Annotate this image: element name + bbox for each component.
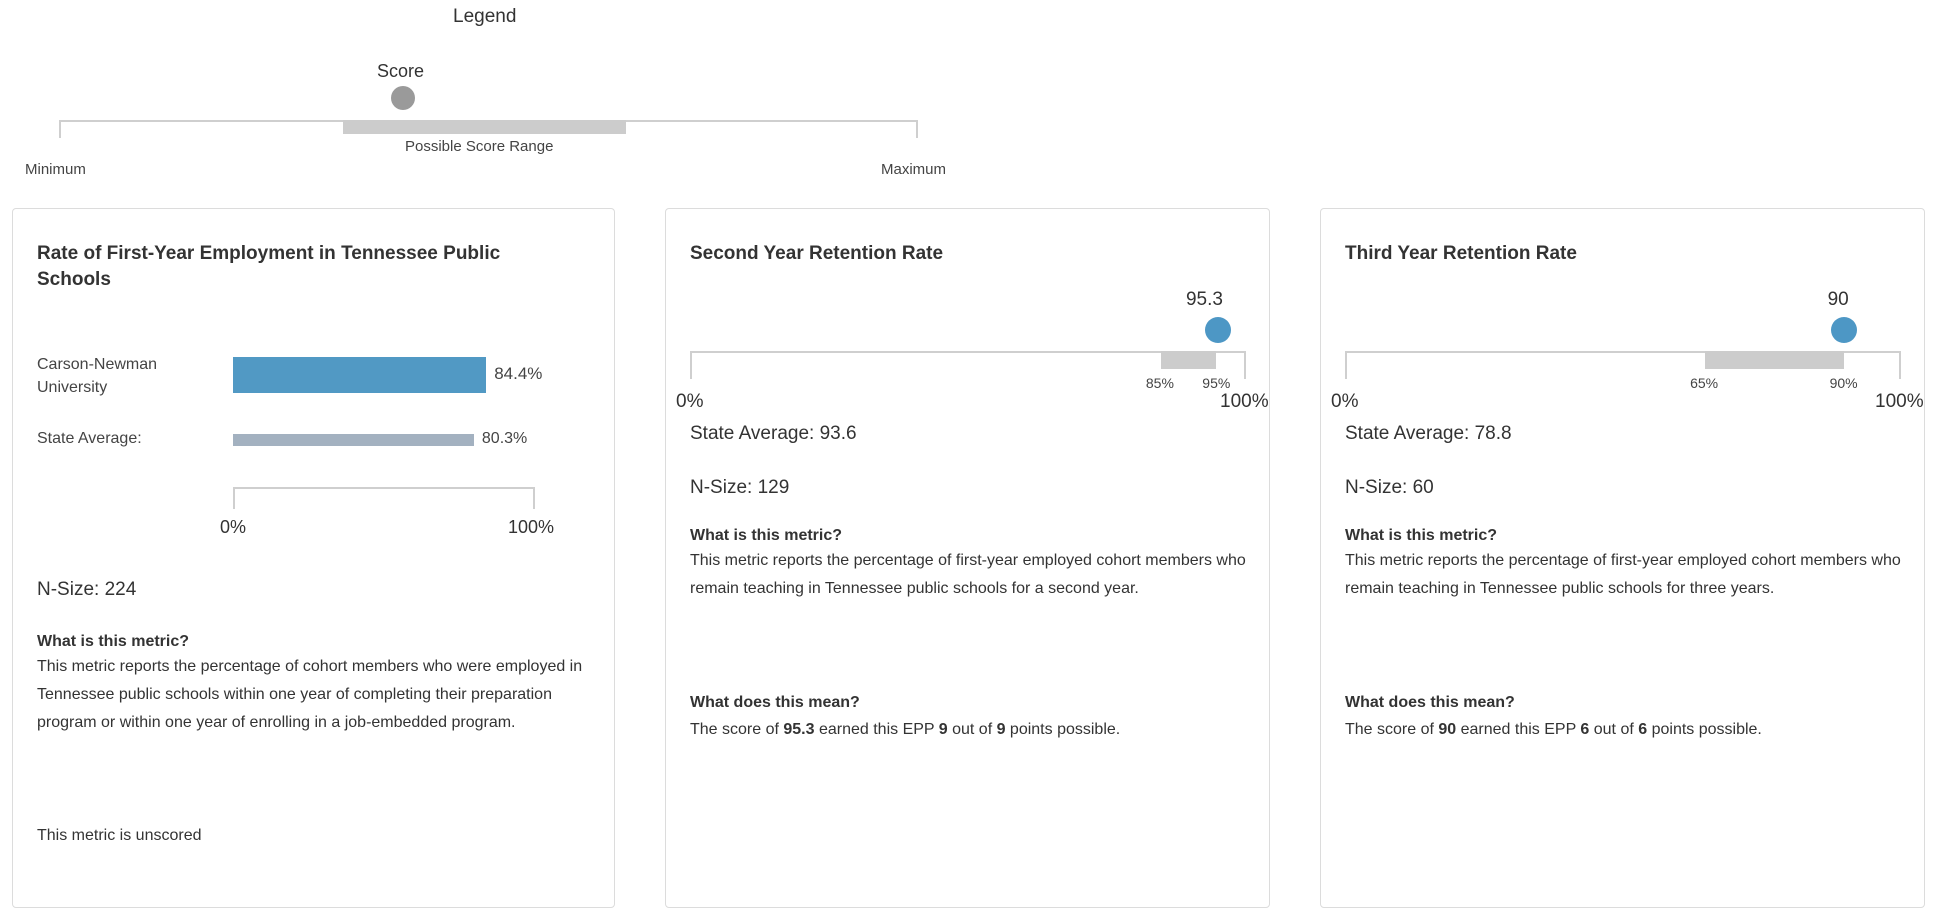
state-average: State Average: 93.6 — [690, 423, 857, 444]
metric-card-second-year-retention: Second Year Retention Rate 95.3 85% 95% … — [665, 208, 1270, 908]
what-does-this-mean-heading: What does this mean? — [1345, 694, 1515, 711]
unscored-note: This metric is unscored — [37, 827, 202, 844]
axis-min-label: 0% — [220, 517, 247, 537]
what-does-this-mean-text: The score of 90 earned this EPP 6 out of… — [1345, 721, 1762, 738]
legend-minimum-label: Minimum — [25, 161, 86, 178]
bar-university — [233, 357, 487, 393]
metric-card-first-year-employment: Rate of First-Year Employment in Tenness… — [12, 208, 615, 908]
range-high-label: 90% — [1829, 375, 1858, 391]
n-size: N-Size: 60 — [1345, 477, 1434, 498]
n-size: N-Size: 129 — [690, 477, 790, 498]
n-size: N-Size: 224 — [37, 579, 137, 600]
what-is-metric-heading: What is this metric? — [1345, 527, 1498, 544]
what-is-metric-text: This metric reports the percentage of co… — [37, 658, 583, 731]
score-dot — [1204, 317, 1231, 343]
card-title: Rate of First-Year Employment in Tenness… — [37, 243, 501, 290]
bar-label-university: Carson-Newman University — [37, 356, 158, 396]
legend-score-label: Score — [377, 61, 425, 81]
metric-card-third-year-retention: Third Year Retention Rate 90 65% 90% 0% … — [1320, 208, 1925, 908]
possible-score-range-band — [1160, 351, 1217, 369]
what-is-metric-text: This metric reports the percentage of fi… — [690, 552, 1246, 597]
range-low-label: 85% — [1145, 375, 1174, 391]
legend-maximum-label: Maximum — [881, 161, 947, 178]
bar-value-university: 84.4% — [494, 364, 543, 383]
bar-state-average — [233, 434, 474, 446]
axis-max-label: 100% — [1875, 391, 1924, 412]
axis-max-label: 100% — [1220, 391, 1269, 412]
card-title: Third Year Retention Rate — [1345, 243, 1577, 264]
what-does-this-mean-heading: What does this mean? — [690, 694, 860, 711]
card-title: Second Year Retention Rate — [690, 243, 944, 264]
state-average: State Average: 78.8 — [1345, 423, 1512, 444]
score-dot — [1830, 317, 1857, 343]
what-is-metric-text: This metric reports the percentage of fi… — [1345, 552, 1901, 597]
what-is-metric-heading: What is this metric? — [690, 527, 843, 544]
legend-title: Legend — [453, 6, 517, 27]
possible-score-range-band — [1705, 351, 1844, 369]
bar-chart-axis — [233, 487, 535, 509]
axis-max-label: 100% — [508, 517, 555, 537]
legend-range-band — [343, 120, 626, 134]
what-does-this-mean-text: The score of 95.3 earned this EPP 9 out … — [690, 721, 1121, 738]
legend-range-label: Possible Score Range — [405, 138, 554, 155]
bar-label-state-average: State Average: — [37, 430, 142, 447]
range-low-label: 65% — [1690, 375, 1719, 391]
what-is-metric-heading: What is this metric? — [37, 633, 190, 650]
axis-min-label: 0% — [1331, 391, 1359, 412]
axis-min-label: 0% — [676, 391, 704, 412]
score-value: 90 — [1827, 289, 1849, 310]
range-high-label: 95% — [1202, 375, 1231, 391]
score-value: 95.3 — [1185, 289, 1223, 310]
bar-value-state-average: 80.3% — [481, 430, 528, 447]
legend-score-dot — [391, 86, 415, 110]
